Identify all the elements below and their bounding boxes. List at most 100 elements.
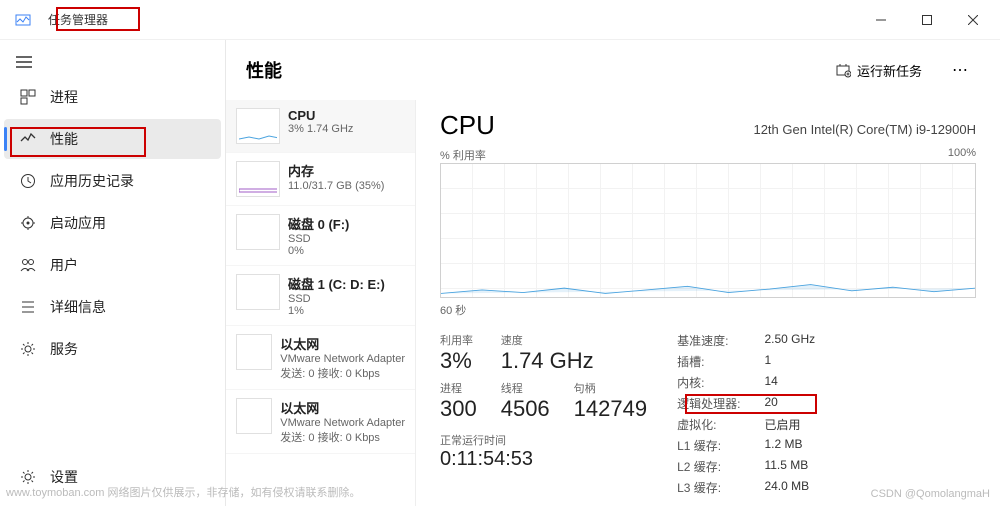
minimize-button[interactable] xyxy=(858,4,904,36)
l3-v: 24.0 MB xyxy=(764,479,815,496)
run-task-button[interactable]: 运行新任务 xyxy=(825,55,932,86)
perf-info: 内存 11.0/31.7 GB (35%) xyxy=(288,161,384,197)
sidebar-spacer xyxy=(0,370,225,456)
perf-list[interactable]: CPU 3% 1.74 GHz 内存 11.0/31.7 GB (35%) 磁盘… xyxy=(226,100,416,506)
base-v: 2.50 GHz xyxy=(764,332,815,349)
virt-l: 虚拟化: xyxy=(677,416,740,433)
perf-sub2: 1% xyxy=(288,305,385,317)
page-title: 性能 xyxy=(246,57,815,83)
detail-title: CPU xyxy=(440,110,495,141)
gear-icon xyxy=(20,469,36,485)
sidebar-item-label: 详细信息 xyxy=(50,297,106,317)
sidebar-item-details[interactable]: 详细信息 xyxy=(4,287,221,327)
perf-item-eth1[interactable]: 以太网 VMware Network Adapter 发送: 0 接收: 0 K… xyxy=(226,390,415,454)
content-body: CPU 3% 1.74 GHz 内存 11.0/31.7 GB (35%) 磁盘… xyxy=(226,100,1000,506)
run-task-label: 运行新任务 xyxy=(857,61,922,80)
perf-thumb xyxy=(236,274,280,310)
perf-sub1: SSD xyxy=(288,293,385,305)
virt-v: 已启用 xyxy=(764,416,815,433)
perf-info: 磁盘 0 (F:) SSD 0% xyxy=(288,214,349,257)
sidebar-item-label: 性能 xyxy=(50,129,78,149)
base-l: 基准速度: xyxy=(677,332,740,349)
util-v: 3% xyxy=(440,348,477,374)
perf-sub2: 发送: 0 接收: 0 Kbps xyxy=(280,429,405,445)
sidebar-item-app-history[interactable]: 应用历史记录 xyxy=(4,161,221,201)
users-icon xyxy=(20,257,36,273)
uptime-v: 0:11:54:53 xyxy=(440,448,647,471)
cpu-model: 12th Gen Intel(R) Core(TM) i9-12900H xyxy=(753,122,976,137)
max-pct: 100% xyxy=(948,147,976,163)
perf-sub2: 发送: 0 接收: 0 Kbps xyxy=(280,365,405,381)
hamburger-button[interactable] xyxy=(0,48,225,76)
perf-item-eth0[interactable]: 以太网 VMware Network Adapter 发送: 0 接收: 0 K… xyxy=(226,326,415,390)
main-layout: 进程 性能 应用历史记录 启动应用 用户 详细信息 服务 xyxy=(0,40,1000,506)
cpu-graph xyxy=(440,163,976,298)
perf-thumb xyxy=(236,108,280,144)
util-label: % 利用率 xyxy=(440,147,486,163)
window-title: 任务管理器 xyxy=(42,9,114,30)
x-axis-label: 60 秒 xyxy=(440,302,976,318)
content-header: 性能 运行新任务 ⋯ xyxy=(226,40,1000,100)
handle-v: 142749 xyxy=(574,396,647,422)
cores-l: 内核: xyxy=(677,374,740,391)
sockets-v: 1 xyxy=(764,353,815,370)
l1-l: L1 缓存: xyxy=(677,437,740,454)
processes-icon xyxy=(20,89,36,105)
perf-thumb xyxy=(236,214,280,250)
sidebar-item-performance[interactable]: 性能 xyxy=(4,119,221,159)
sidebar-item-services[interactable]: 服务 xyxy=(4,329,221,369)
l1-v: 1.2 MB xyxy=(764,437,815,454)
services-icon xyxy=(20,341,36,357)
close-button[interactable] xyxy=(950,4,996,36)
maximize-button[interactable] xyxy=(904,4,950,36)
perf-title: 内存 xyxy=(288,161,384,180)
l2-v: 11.5 MB xyxy=(764,458,815,475)
l3-l: L3 缓存: xyxy=(677,479,740,496)
app-history-icon xyxy=(20,173,36,189)
perf-sub: 3% 1.74 GHz xyxy=(288,123,353,135)
sidebar-item-startup[interactable]: 启动应用 xyxy=(4,203,221,243)
perf-sub1: SSD xyxy=(288,233,349,245)
sidebar-item-label: 进程 xyxy=(50,87,78,107)
perf-item-disk1[interactable]: 磁盘 1 (C: D: E:) SSD 1% xyxy=(226,266,415,326)
run-task-icon xyxy=(835,62,851,78)
perf-thumb xyxy=(236,398,272,434)
perf-info: 磁盘 1 (C: D: E:) SSD 1% xyxy=(288,274,385,317)
watermark-right: CSDN @QomolangmaH xyxy=(871,488,990,500)
perf-info: CPU 3% 1.74 GHz xyxy=(288,108,353,144)
big-stats-block: 利用率 3% 速度 1.74 GHz 进程 300 xyxy=(440,332,647,496)
stats-row: 利用率 3% 速度 1.74 GHz 进程 300 xyxy=(440,332,976,496)
performance-icon xyxy=(20,131,36,147)
sidebar-item-label: 用户 xyxy=(50,255,78,275)
app-icon xyxy=(14,11,32,29)
perf-item-memory[interactable]: 内存 11.0/31.7 GB (35%) xyxy=(226,153,415,206)
thread-v: 4506 xyxy=(501,396,550,422)
cpu-detail: CPU 12th Gen Intel(R) Core(TM) i9-12900H… xyxy=(416,100,1000,506)
perf-thumb xyxy=(236,161,280,197)
sidebar-item-label: 应用历史记录 xyxy=(50,171,134,191)
perf-sub: 11.0/31.7 GB (35%) xyxy=(288,180,384,192)
util-l: 利用率 xyxy=(440,332,477,348)
perf-item-disk0[interactable]: 磁盘 0 (F:) SSD 0% xyxy=(226,206,415,266)
titlebar: 任务管理器 xyxy=(0,0,1000,40)
watermark-left: www.toymoban.com 网络图片仅供展示，非存储，如有侵权请联系删除。 xyxy=(6,484,360,500)
perf-sub1: VMware Network Adapter xyxy=(280,353,405,365)
perf-sub2: 0% xyxy=(288,245,349,257)
sockets-l: 插槽: xyxy=(677,353,740,370)
sidebar-item-users[interactable]: 用户 xyxy=(4,245,221,285)
perf-item-cpu[interactable]: CPU 3% 1.74 GHz xyxy=(226,100,415,153)
graph-labels: % 利用率 100% xyxy=(440,147,976,163)
perf-title: 以太网 xyxy=(280,398,405,417)
proc-v: 300 xyxy=(440,396,477,422)
perf-title: CPU xyxy=(288,108,353,123)
logical-v: 20 xyxy=(764,395,815,412)
cores-v: 14 xyxy=(764,374,815,391)
content-area: 性能 运行新任务 ⋯ CPU 3% 1.74 GHz xyxy=(225,40,1000,506)
sidebar-item-processes[interactable]: 进程 xyxy=(4,77,221,117)
details-icon xyxy=(20,299,36,315)
l2-l: L2 缓存: xyxy=(677,458,740,475)
startup-icon xyxy=(20,215,36,231)
speed-v: 1.74 GHz xyxy=(501,348,647,374)
perf-thumb xyxy=(236,334,272,370)
more-options-button[interactable]: ⋯ xyxy=(942,54,980,86)
